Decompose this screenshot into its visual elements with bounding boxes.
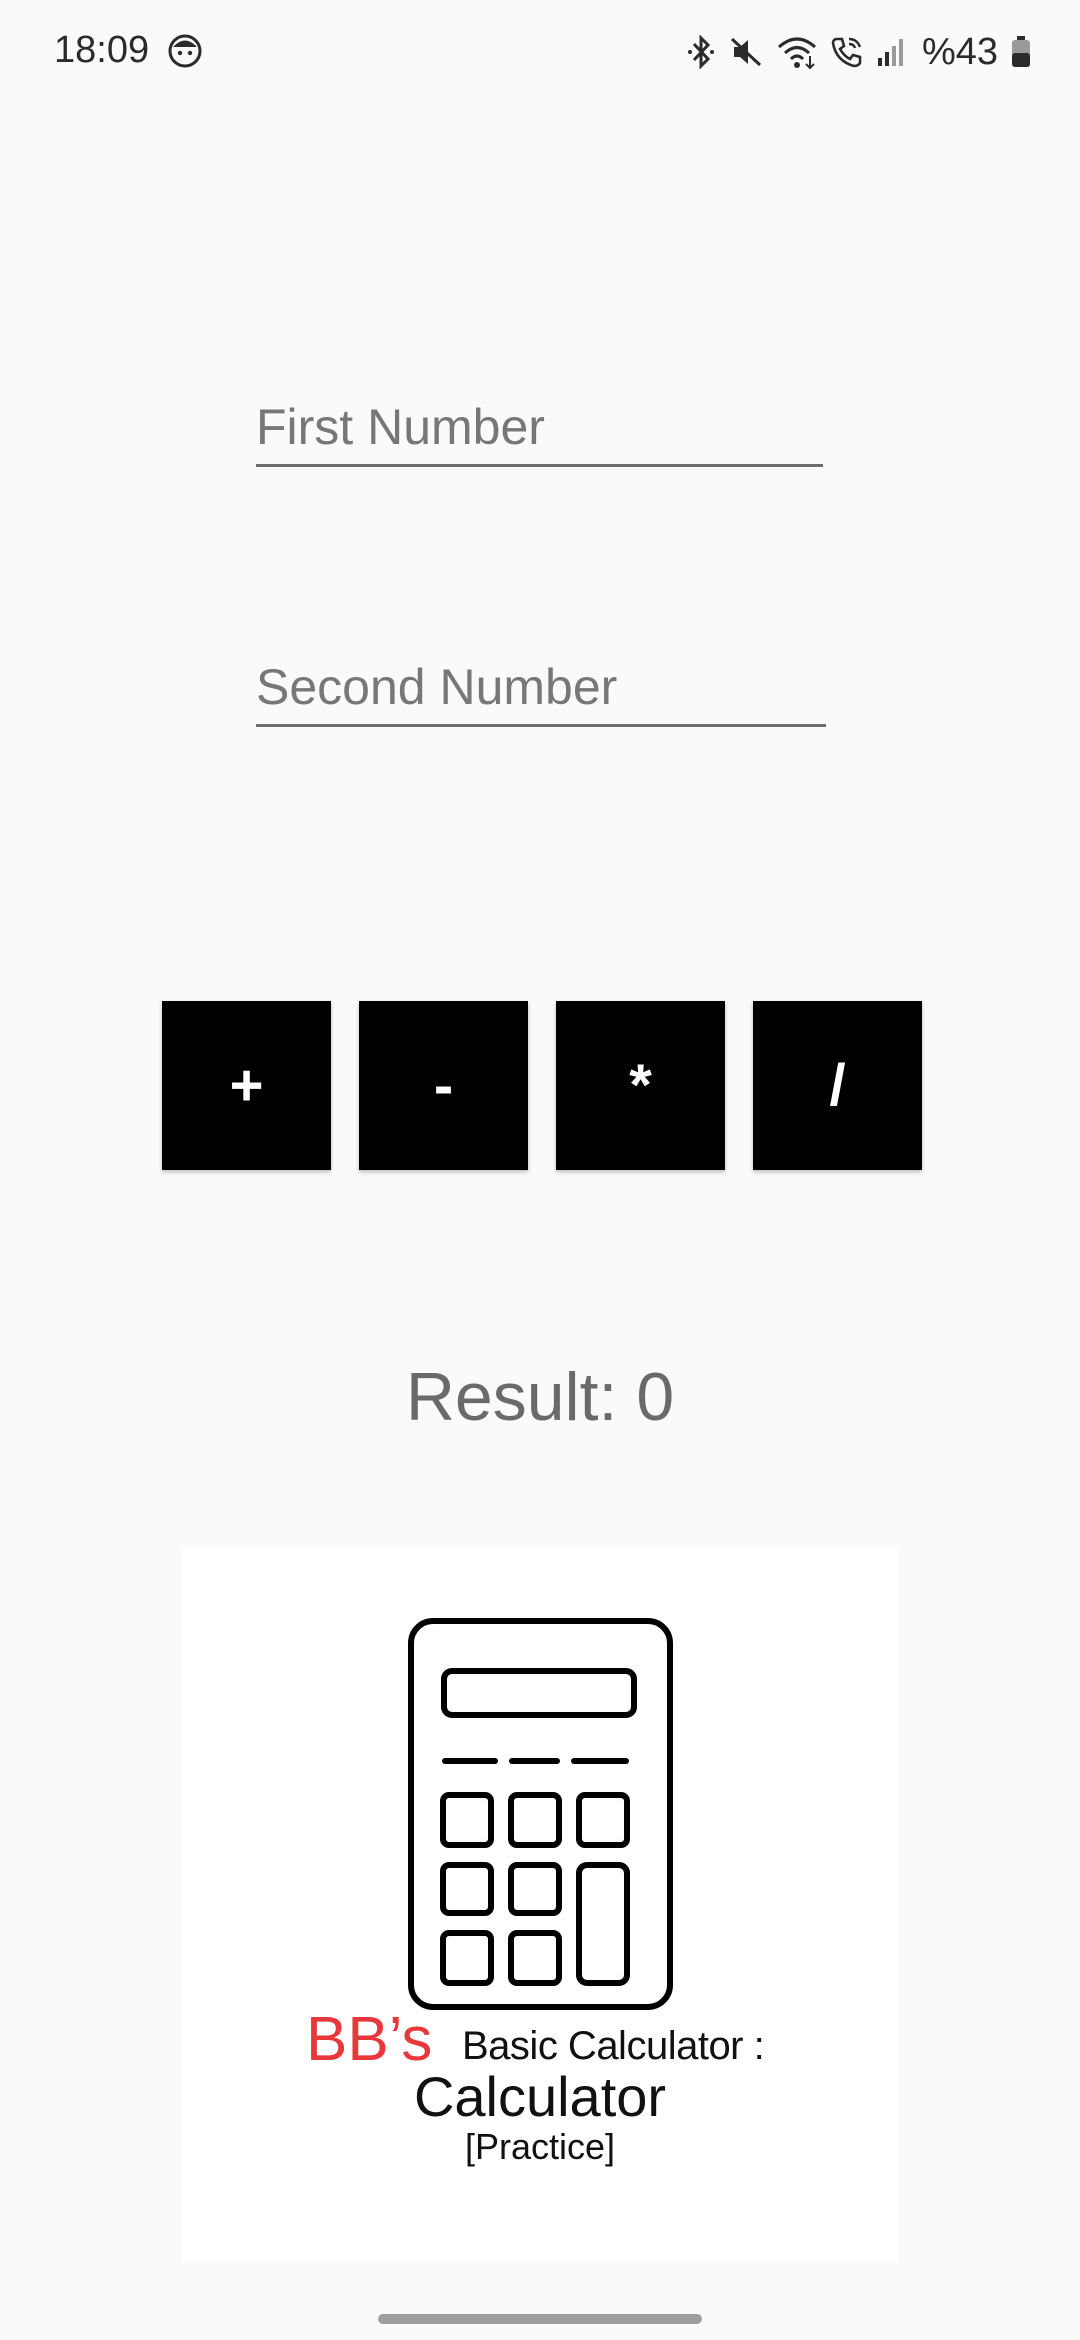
add-button[interactable]: +	[162, 1001, 331, 1170]
second-number-field	[256, 656, 826, 727]
logo-title: Calculator	[413, 2065, 667, 2128]
first-number-field	[256, 396, 823, 467]
divide-button[interactable]: /	[753, 1001, 922, 1170]
app-logo: BB’s Basic Calculator : Calculator [Prac…	[182, 1547, 898, 2263]
battery-percent: %43	[921, 31, 998, 73]
subtract-button[interactable]: -	[359, 1001, 528, 1170]
first-number-input[interactable]	[256, 396, 823, 467]
result-display: Result: 0	[0, 1352, 1080, 1442]
mute-icon	[730, 37, 761, 67]
multiply-button[interactable]: *	[556, 1001, 725, 1170]
result-value: 0	[636, 1359, 675, 1435]
logo-subtitle: Basic Calculator :	[462, 2024, 765, 2068]
logo-tag: [Practice]	[464, 2126, 616, 2167]
result-label: Result:	[405, 1359, 637, 1435]
wifi-icon	[777, 37, 816, 70]
face-icon	[168, 34, 202, 68]
second-number-input[interactable]	[256, 656, 826, 727]
status-icons: %43	[686, 28, 1032, 76]
bluetooth-icon	[687, 35, 714, 69]
status-bar: 18:09 %43	[0, 0, 1080, 100]
signal-icon	[877, 39, 903, 66]
operator-buttons: + - * /	[162, 1001, 922, 1170]
home-indicator[interactable]	[378, 2314, 702, 2324]
wifi-call-icon	[831, 37, 862, 68]
battery-icon	[1012, 36, 1030, 67]
status-time: 18:09	[54, 29, 150, 71]
